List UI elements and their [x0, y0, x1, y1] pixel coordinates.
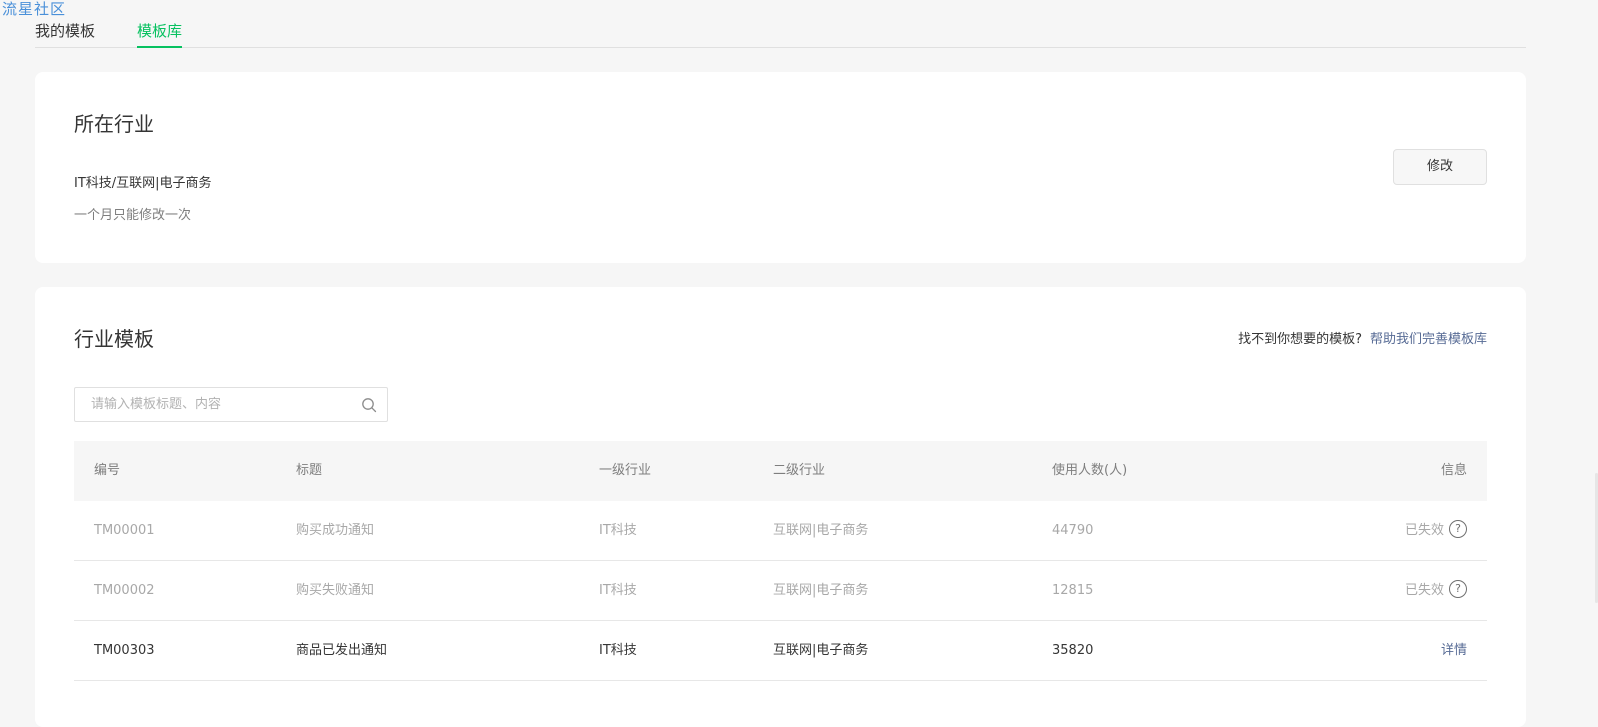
help-prefix: 找不到你想要的模板? [1238, 332, 1362, 347]
industry-title: 所在行业 [74, 112, 154, 136]
search-input[interactable] [75, 388, 355, 421]
table-row: TM00002 购买失败通知 IT科技 互联网|电子商务 12815 已失效? [74, 561, 1487, 621]
question-icon[interactable]: ? [1449, 579, 1467, 598]
industry-card: 所在行业 IT科技/互联网|电子商务 一个月只能修改一次 修改 [35, 72, 1526, 263]
row-title: 商品已发出通知 [296, 643, 388, 658]
tab-template-library[interactable]: 模板库 [137, 20, 183, 48]
help-text: 找不到你想要的模板? 帮助我们完善模板库 [1238, 328, 1487, 347]
row-info: 已失效? [1405, 561, 1467, 621]
industry-value: IT科技/互联网|电子商务 [74, 176, 212, 191]
industry-templates-card: 行业模板 找不到你想要的模板? 帮助我们完善模板库 编号 标题 一级行业 二级行业… [35, 287, 1526, 727]
row-id: TM00303 [94, 643, 155, 658]
row-lvl2: 互联网|电子商务 [773, 583, 869, 598]
header-info: 信息 [1440, 463, 1467, 478]
status-expired-label: 已失效 [1404, 583, 1444, 598]
tab-bar: 我的模板 模板库 [35, 0, 1526, 48]
row-lvl1: IT科技 [599, 583, 637, 598]
row-info: 详情 [1441, 621, 1467, 681]
help-improve-library-link[interactable]: 帮助我们完善模板库 [1370, 332, 1487, 347]
header-title: 标题 [296, 463, 323, 478]
modify-button[interactable]: 修改 [1393, 149, 1487, 185]
row-info: 已失效? [1405, 501, 1467, 561]
row-lvl2: 互联网|电子商务 [773, 523, 869, 538]
row-title: 购买失败通知 [296, 583, 375, 598]
header-lvl1: 一级行业 [599, 463, 652, 478]
row-id: TM00002 [94, 583, 155, 598]
industry-hint: 一个月只能修改一次 [74, 208, 192, 223]
header-id: 编号 [94, 463, 121, 478]
row-users: 35820 [1052, 643, 1094, 658]
row-lvl1: IT科技 [599, 643, 637, 658]
row-lvl2: 互联网|电子商务 [773, 643, 869, 658]
header-users: 使用人数(人) [1052, 463, 1128, 478]
table-row: TM00001 购买成功通知 IT科技 互联网|电子商务 44790 已失效? [74, 501, 1487, 561]
row-lvl1: IT科技 [599, 523, 637, 538]
detail-link[interactable]: 详情 [1441, 643, 1467, 658]
table-header: 编号 标题 一级行业 二级行业 使用人数(人) 信息 [74, 441, 1487, 501]
templates-title: 行业模板 [74, 327, 154, 351]
question-icon[interactable]: ? [1449, 519, 1467, 538]
row-id: TM00001 [94, 523, 155, 538]
table-row: TM00303 商品已发出通知 IT科技 互联网|电子商务 35820 详情 [74, 621, 1487, 681]
row-title: 购买成功通知 [296, 523, 375, 538]
row-users: 44790 [1052, 523, 1094, 538]
tab-my-templates[interactable]: 我的模板 [35, 20, 95, 48]
search-box [74, 387, 388, 422]
header-lvl2: 二级行业 [773, 463, 826, 478]
row-users: 12815 [1052, 583, 1094, 598]
templates-table: 编号 标题 一级行业 二级行业 使用人数(人) 信息 TM00001 购买成功通… [74, 441, 1487, 681]
status-expired-label: 已失效 [1404, 523, 1444, 538]
search-icon[interactable] [361, 397, 377, 413]
